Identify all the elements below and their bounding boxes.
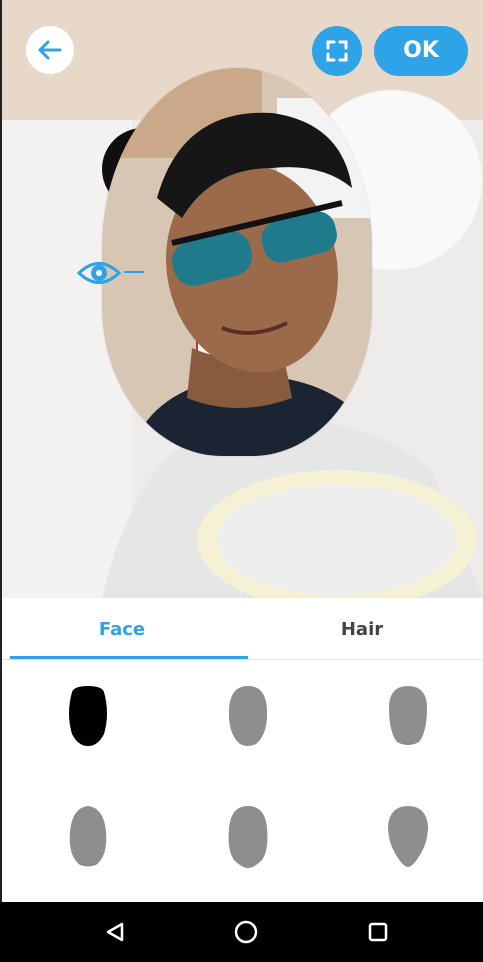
expand-button[interactable] <box>312 26 362 76</box>
tab-face[interactable]: Face <box>2 598 242 662</box>
face-photo <box>102 68 372 456</box>
square-recents-icon[interactable] <box>338 902 418 962</box>
face-shape-option-2[interactable] <box>226 684 270 748</box>
system-nav-bar <box>0 902 483 962</box>
photo-canvas[interactable]: OK <box>2 0 483 598</box>
circle-home-icon[interactable] <box>206 902 286 962</box>
back-button[interactable] <box>26 26 74 74</box>
face-shape-option-5[interactable] <box>226 804 270 868</box>
face-shape-option-3[interactable] <box>386 684 430 748</box>
eye-icon[interactable] <box>76 254 122 292</box>
face-shape-option-6[interactable] <box>386 804 430 868</box>
face-cutout[interactable] <box>102 68 372 456</box>
face-shape-grid <box>2 662 483 902</box>
eye-guide-line <box>124 271 144 273</box>
tab-hair[interactable]: Hair <box>242 598 482 662</box>
tab-divider <box>2 659 483 660</box>
triangle-back-icon[interactable] <box>74 902 154 962</box>
tab-bar: Face Hair <box>2 598 483 662</box>
arrow-left-icon <box>38 40 62 60</box>
expand-frame-icon <box>326 40 348 62</box>
face-shape-option-4[interactable] <box>66 804 110 868</box>
ok-button[interactable]: OK <box>374 26 468 76</box>
face-shape-option-1[interactable] <box>66 684 110 748</box>
